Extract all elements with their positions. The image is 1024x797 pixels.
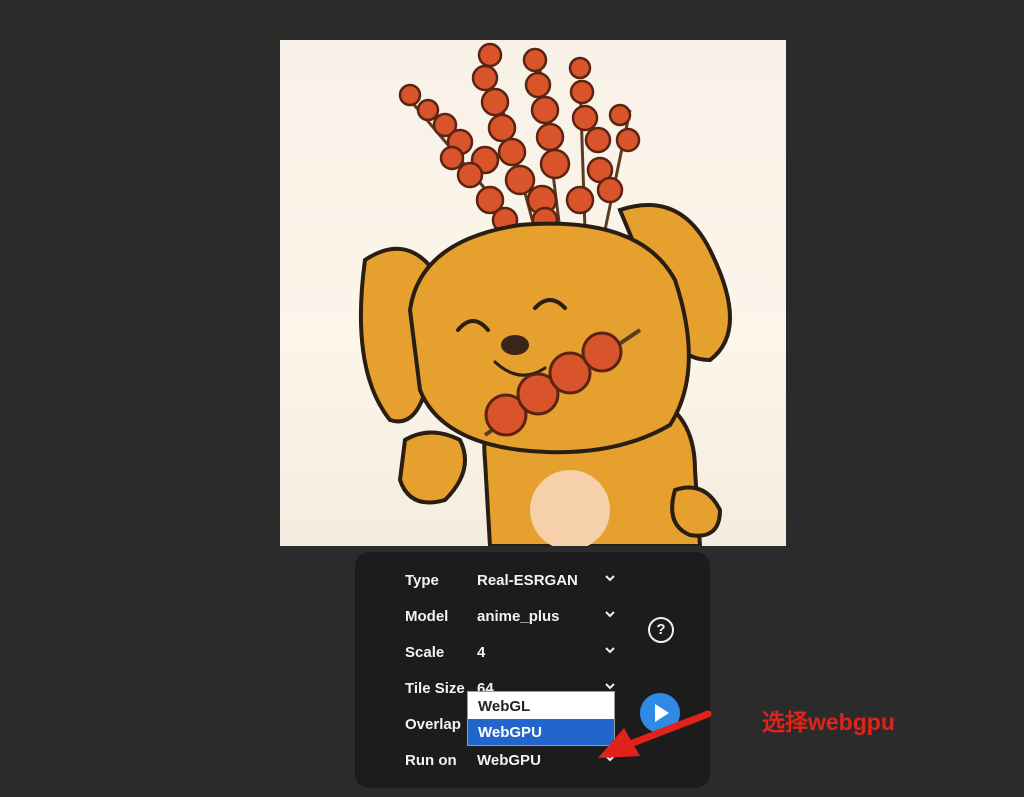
run-on-label: Run on	[405, 752, 457, 769]
type-value: Real-ESRGAN	[477, 572, 578, 589]
annotation-text: 选择webgpu	[762, 709, 895, 735]
arrow-annotation-icon	[598, 710, 712, 758]
run-on-row: Run on WebGPU	[405, 749, 615, 773]
chevron-down-icon	[605, 683, 615, 690]
scale-select[interactable]: 4	[477, 641, 615, 665]
type-row: Type Real-ESRGAN	[405, 569, 615, 593]
chevron-down-icon	[605, 647, 615, 654]
help-icon[interactable]: ?	[648, 617, 674, 643]
scale-label: Scale	[405, 644, 445, 661]
type-select[interactable]: Real-ESRGAN	[477, 569, 615, 593]
chevron-down-icon	[605, 575, 615, 582]
chevron-down-icon	[605, 611, 615, 618]
image-preview	[280, 40, 786, 546]
model-value: anime_plus	[477, 608, 560, 625]
overlap-label: Overlap	[405, 716, 461, 733]
scale-row: Scale 4	[405, 641, 615, 665]
tile-size-label: Tile Size	[405, 680, 465, 697]
dog-illustration	[358, 42, 732, 546]
scale-value: 4	[477, 644, 486, 661]
option-webgl-label: WebGL	[478, 698, 531, 715]
model-row: Model anime_plus	[405, 605, 615, 629]
option-webgpu-label: WebGPU	[478, 724, 542, 741]
type-label: Type	[405, 572, 439, 589]
model-label: Model	[405, 608, 449, 625]
model-select[interactable]: anime_plus	[477, 605, 615, 629]
run-on-value: WebGPU	[477, 752, 541, 769]
